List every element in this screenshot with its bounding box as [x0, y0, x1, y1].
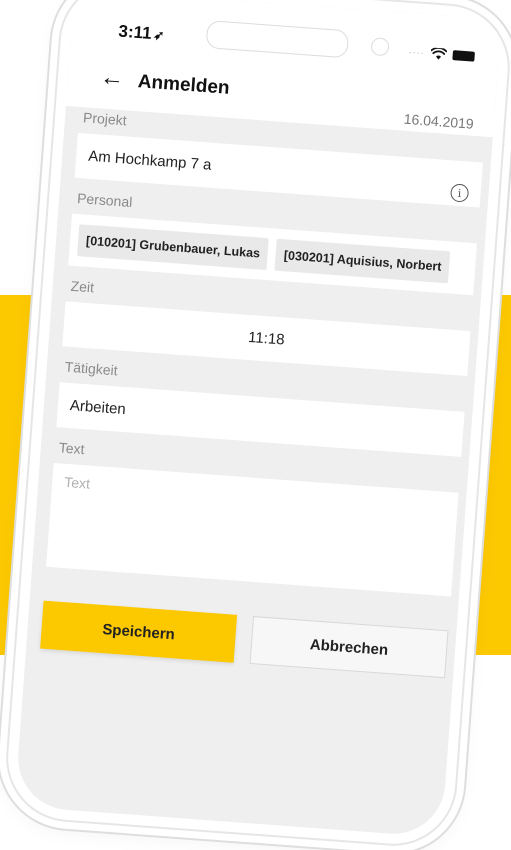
projekt-value: Am Hochkamp 7 a	[87, 147, 212, 174]
text-placeholder: Text	[63, 473, 91, 492]
registration-form: Projekt Am Hochkamp 7 a i Personal [0102…	[40, 109, 485, 679]
phone-frame: 3:11➶ ···· ← Anmelden 16.04.2019 Projekt…	[3, 0, 511, 849]
cancel-button[interactable]: Abbrechen	[249, 615, 449, 679]
signal-dots-icon: ····	[408, 46, 426, 59]
personal-chip-2[interactable]: [030201] Aquisius, Norbert	[274, 238, 451, 284]
personal-chip-1[interactable]: [010201] Grubenbauer, Lukas	[76, 224, 270, 271]
zeit-value: 11:18	[247, 328, 286, 349]
phone-speaker-notch	[205, 20, 350, 59]
status-bar-icons: ····	[408, 46, 475, 63]
save-button[interactable]: Speichern	[40, 600, 238, 663]
battery-icon	[452, 50, 475, 62]
phone-mockup: 3:11➶ ···· ← Anmelden 16.04.2019 Projekt…	[0, 0, 511, 849]
wifi-icon	[430, 47, 448, 60]
back-arrow-icon[interactable]: ←	[99, 63, 125, 92]
page-title: Anmelden	[137, 71, 231, 99]
phone-screen: 3:11➶ ···· ← Anmelden 16.04.2019 Projekt…	[14, 0, 502, 838]
action-buttons: Speichern Abbrechen	[40, 600, 449, 679]
status-time-text: 3:11	[117, 21, 153, 43]
location-arrow-icon: ➶	[152, 27, 165, 43]
text-area[interactable]: Text	[46, 462, 459, 597]
header-date: 16.04.2019	[403, 110, 475, 132]
info-icon[interactable]: i	[449, 183, 470, 203]
status-bar-time: 3:11➶	[118, 22, 165, 45]
taetigkeit-value: Arbeiten	[69, 397, 127, 419]
phone-camera	[370, 37, 390, 57]
